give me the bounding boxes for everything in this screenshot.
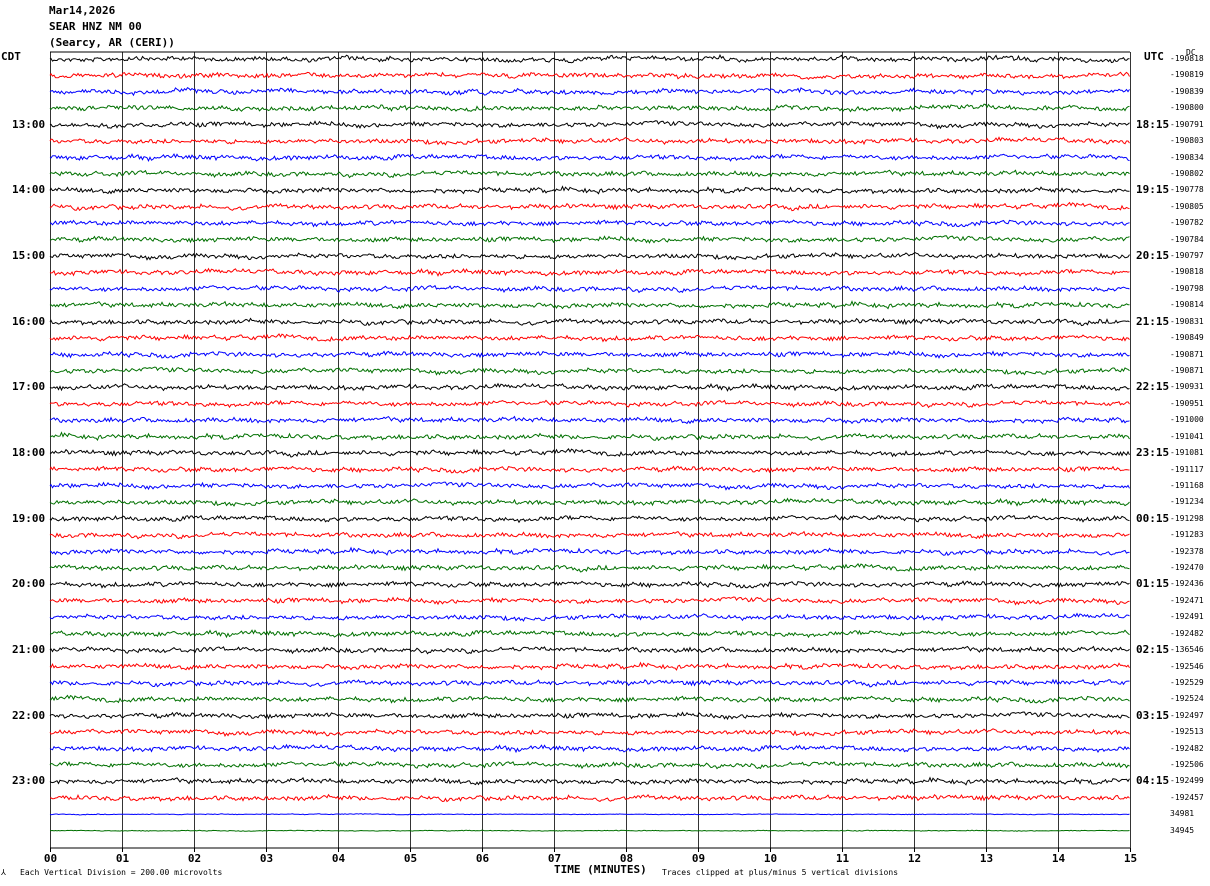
seismic-trace-34: [49, 596, 1130, 606]
seismic-trace-32: [49, 563, 1130, 573]
seismic-trace-12: [49, 235, 1130, 244]
seismic-trace-47: [49, 813, 1130, 816]
seismic-trace-20: [49, 366, 1130, 376]
seismic-trace-11: [49, 219, 1130, 228]
seismic-trace-18: [49, 333, 1130, 343]
seismic-trace-46: [50, 793, 1130, 803]
seismic-trace-42: [49, 728, 1130, 737]
scale-note: Each Vertical Division = 200.00 microvol…: [20, 868, 223, 877]
seismic-trace-36: [49, 629, 1130, 639]
seismic-trace-3: [49, 87, 1130, 97]
seismic-trace-43: [49, 743, 1130, 754]
seismic-trace-35: [49, 612, 1130, 622]
seismic-trace-27: [49, 481, 1130, 491]
seismic-trace-6: [49, 136, 1130, 146]
seismic-trace-24: [49, 431, 1130, 442]
x-axis-label: TIME (MINUTES): [554, 863, 647, 876]
seismic-trace-28: [49, 497, 1130, 507]
seismic-trace-33: [49, 580, 1130, 589]
seismic-trace-9: [49, 185, 1130, 195]
seismic-trace-40: [49, 694, 1130, 704]
seismic-trace-19: [49, 350, 1130, 359]
helicorder-plot: [49, 51, 1131, 852]
seismic-trace-41: [49, 711, 1130, 721]
seismic-trace-21: [49, 382, 1130, 392]
seismic-trace-1: [49, 53, 1130, 64]
seismic-trace-26: [49, 465, 1130, 474]
seismic-trace-25: [49, 448, 1130, 458]
seismic-trace-13: [49, 252, 1130, 261]
seismic-trace-5: [49, 120, 1130, 130]
seismic-trace-17: [49, 317, 1130, 327]
seismic-trace-48: [49, 829, 1130, 832]
seismic-trace-37: [49, 645, 1130, 655]
seismic-trace-22: [49, 399, 1130, 409]
corner-mark: ⅄: [1, 868, 6, 877]
seismic-trace-7: [49, 153, 1130, 162]
seismic-trace-4: [49, 103, 1130, 113]
seismic-trace-16: [49, 300, 1130, 310]
seismic-trace-8: [49, 169, 1130, 179]
seismic-trace-45: [49, 776, 1130, 786]
seismic-trace-2: [49, 71, 1130, 81]
seismic-trace-10: [49, 201, 1130, 212]
seismic-trace-23: [49, 415, 1130, 425]
seismic-trace-44: [49, 760, 1130, 770]
seismic-trace-31: [49, 546, 1130, 556]
seismic-trace-15: [49, 284, 1130, 294]
seismic-trace-29: [49, 514, 1130, 524]
seismic-trace-38: [49, 661, 1130, 671]
seismic-trace-30: [49, 530, 1130, 540]
seismic-trace-39: [49, 678, 1130, 688]
seismic-trace-14: [49, 267, 1130, 277]
clip-note: Traces clipped at plus/minus 5 vertical …: [662, 868, 899, 877]
